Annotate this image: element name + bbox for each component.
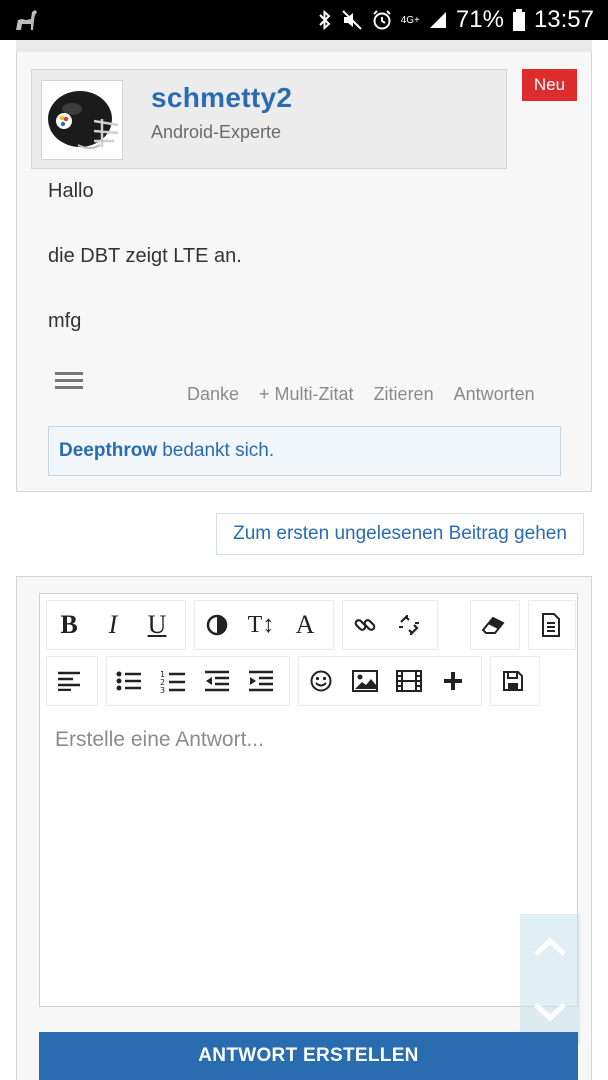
scroll-up-icon[interactable]: [520, 914, 580, 979]
battery-percent: 71%: [455, 6, 504, 33]
post-card: schmetty2 Android-Experte Neu Hallo die …: [16, 52, 592, 492]
post-line: die DBT zeigt LTE an.: [48, 245, 242, 267]
image-icon[interactable]: [343, 657, 387, 705]
align-left-icon[interactable]: [47, 657, 91, 705]
author-role: Android-Experte: [151, 122, 282, 142]
text-style-group: B I U: [46, 600, 186, 650]
contrast-icon[interactable]: [195, 601, 239, 649]
network-type: 4G+: [400, 14, 420, 26]
text-format-group: T↕ A: [194, 600, 334, 650]
clear-format-group: [470, 600, 520, 650]
font-icon[interactable]: A: [283, 601, 327, 649]
outdent-icon[interactable]: [195, 657, 239, 705]
quote-button[interactable]: Zitieren: [374, 384, 434, 405]
first-unread-link[interactable]: Zum ersten ungelesenen Beitrag gehen: [216, 513, 584, 555]
numbered-list-icon[interactable]: 123: [151, 657, 195, 705]
unlink-icon[interactable]: [387, 601, 431, 649]
source-group: [528, 600, 576, 650]
link-icon[interactable]: [343, 601, 387, 649]
post-line: mfg: [48, 310, 82, 332]
underline-icon[interactable]: U: [135, 601, 179, 649]
bullet-list-icon[interactable]: [107, 657, 151, 705]
smiley-icon[interactable]: [299, 657, 343, 705]
reply-input[interactable]: [41, 710, 576, 1006]
battery-icon: [512, 8, 526, 32]
toolbar-row-1: B I U T↕ A: [46, 600, 576, 650]
svg-text:3: 3: [160, 686, 165, 693]
thanks-button[interactable]: Danke: [187, 384, 239, 405]
status-bar: 4G+ 71% 13:57: [0, 0, 608, 40]
reply-card: B I U T↕ A 1 2 3 Erstelle eine Antwort..…: [16, 576, 592, 1080]
signal-icon: [428, 8, 448, 32]
thanks-text: bedankt sich.: [162, 440, 275, 461]
avatar[interactable]: [41, 80, 123, 160]
indent-icon[interactable]: [239, 657, 283, 705]
list-group: 123: [106, 656, 290, 706]
rich-text-editor: B I U T↕ A 1 2 3 Erstelle eine Antwort..…: [39, 593, 578, 1007]
mute-icon: [341, 8, 363, 32]
link-group: [342, 600, 438, 650]
save-group: [490, 656, 540, 706]
bold-icon[interactable]: B: [47, 601, 91, 649]
new-badge: Neu: [522, 69, 577, 101]
plus-icon[interactable]: [431, 657, 475, 705]
thanks-user-link[interactable]: Deepthrow: [59, 440, 157, 462]
multi-quote-button[interactable]: + Multi-Zitat: [259, 384, 354, 405]
submit-reply-button[interactable]: ANTWORT ERSTELLEN: [39, 1032, 578, 1080]
post-line: Hallo: [48, 180, 94, 202]
author-box: schmetty2 Android-Experte: [31, 69, 507, 169]
scroll-controls: [520, 914, 580, 1044]
previous-post-edge: [16, 40, 592, 52]
screen: 4G+ 71% 13:57 schmetty2 Android-Experte …: [0, 0, 608, 1080]
text-size-icon[interactable]: T↕: [239, 601, 283, 649]
align-group: [46, 656, 98, 706]
bluetooth-icon: [317, 8, 333, 32]
film-icon[interactable]: [387, 657, 431, 705]
post-actions: Danke + Multi-Zitat Zitieren Antworten: [187, 384, 535, 405]
clock: 13:57: [533, 6, 594, 33]
italic-icon[interactable]: I: [91, 601, 135, 649]
reply-button[interactable]: Antworten: [454, 384, 535, 405]
thanks-box: Deepthrow bedankt sich.: [48, 426, 561, 476]
document-icon[interactable]: [529, 601, 573, 649]
author-name[interactable]: schmetty2: [151, 82, 292, 114]
app-notification-icon: [12, 6, 40, 34]
insert-group: [298, 656, 482, 706]
post-menu-icon[interactable]: [55, 370, 85, 392]
toolbar-row-2: 123: [46, 656, 572, 706]
status-icons: 4G+ 71% 13:57: [317, 0, 594, 40]
eraser-icon[interactable]: [471, 601, 515, 649]
alarm-icon: [371, 8, 393, 32]
save-icon[interactable]: [491, 657, 535, 705]
